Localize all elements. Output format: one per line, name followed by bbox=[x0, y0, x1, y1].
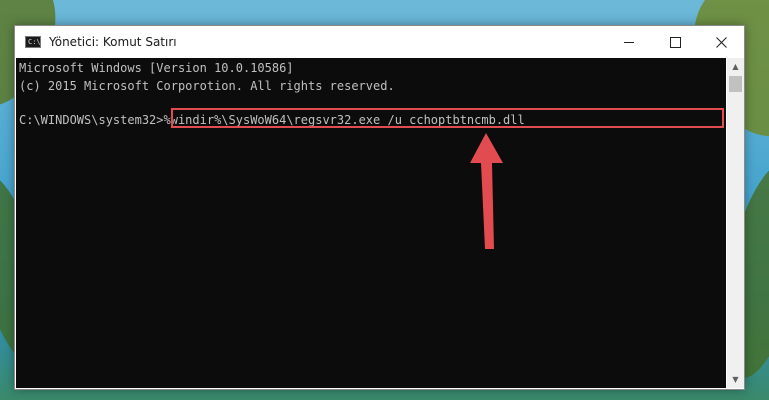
command-prompt-icon-text: C:\ bbox=[28, 38, 41, 46]
scroll-up-icon[interactable]: ▲ bbox=[727, 58, 744, 75]
window-title: Yönetici: Komut Satırı bbox=[49, 35, 177, 49]
title-bar[interactable]: C:\ Yönetici: Komut Satırı bbox=[15, 26, 744, 58]
console-line: (c) 2015 Microsoft Corporotion. All righ… bbox=[19, 79, 395, 93]
minimize-button[interactable] bbox=[606, 26, 652, 58]
scroll-down-icon[interactable]: ▼ bbox=[727, 371, 744, 388]
maximize-button[interactable] bbox=[652, 26, 698, 58]
scrollbar-thumb[interactable] bbox=[729, 76, 742, 92]
close-button[interactable] bbox=[698, 26, 744, 58]
command-prompt-window: C:\ Yönetici: Komut Satırı Microsoft Win… bbox=[14, 25, 745, 390]
close-icon bbox=[715, 36, 727, 48]
console-line: Microsoft Windows [Version 10.0.10586] bbox=[19, 61, 294, 75]
console-output[interactable]: Microsoft Windows [Version 10.0.10586] (… bbox=[16, 58, 726, 388]
console-prompt: C:\WINDOWS\system32> bbox=[19, 113, 164, 127]
pointer-arrow-icon bbox=[470, 133, 503, 249]
minimize-icon bbox=[624, 41, 634, 43]
command-prompt-icon: C:\ bbox=[25, 36, 41, 48]
vertical-scrollbar[interactable]: ▲ ▼ bbox=[727, 58, 744, 388]
maximize-icon bbox=[669, 36, 681, 48]
command-highlight-box bbox=[171, 108, 724, 128]
